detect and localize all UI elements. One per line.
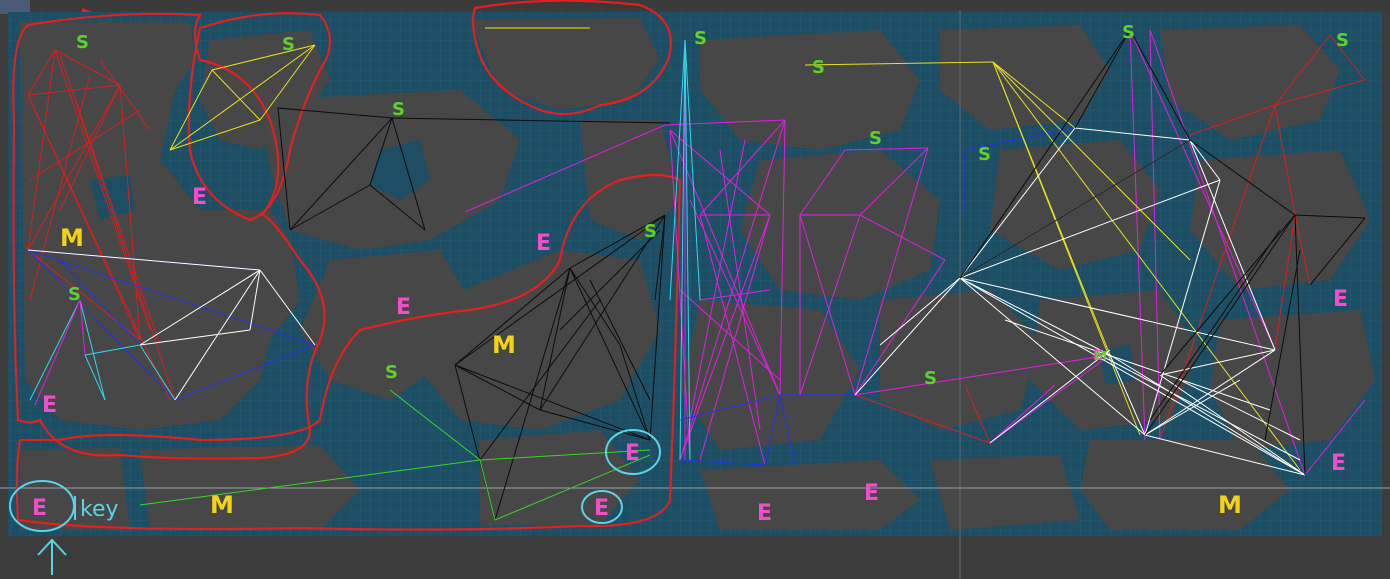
start-marker: S (385, 362, 398, 383)
start-marker: S (644, 221, 657, 242)
end-marker: E (1331, 451, 1346, 476)
end-marker: E (864, 481, 879, 506)
key-label: key (80, 497, 119, 522)
end-marker: E (536, 231, 551, 256)
start-marker: S (1336, 30, 1349, 51)
end-marker: E (32, 496, 47, 521)
end-marker: E (757, 501, 772, 526)
end-marker: E (192, 185, 207, 210)
start-marker: S (978, 144, 991, 165)
marker-layer: S S S S S S S S S S S S S E E E E E E E … (32, 22, 1349, 526)
medium-marker: M (1095, 349, 1107, 363)
start-marker: S (812, 57, 825, 78)
end-marker: E (625, 441, 640, 466)
start-marker: S (68, 284, 81, 305)
medium-marker: M (492, 331, 516, 359)
medium-marker: M (1218, 491, 1242, 519)
start-marker: S (76, 32, 89, 53)
end-marker: E (396, 295, 411, 320)
start-marker: S (1122, 22, 1135, 43)
start-markers: S S S S S S S S S S S S S (68, 22, 1349, 389)
start-marker: S (282, 34, 295, 55)
end-marker: E (594, 496, 609, 521)
start-marker: S (694, 28, 707, 49)
medium-marker: M (60, 224, 84, 252)
start-marker: S (869, 128, 882, 149)
end-marker: E (1333, 287, 1348, 312)
medium-marker: M (210, 491, 234, 519)
start-marker: S (392, 99, 405, 120)
end-marker: E (42, 393, 57, 418)
end-markers: E E E E E E E E E E E E (32, 185, 1348, 526)
level-editor-viewport[interactable]: S S S S S S S S S S S S S E E E E E E E … (0, 0, 1390, 579)
medium-markers: M M M M M (60, 224, 1242, 519)
start-marker: S (924, 368, 937, 389)
